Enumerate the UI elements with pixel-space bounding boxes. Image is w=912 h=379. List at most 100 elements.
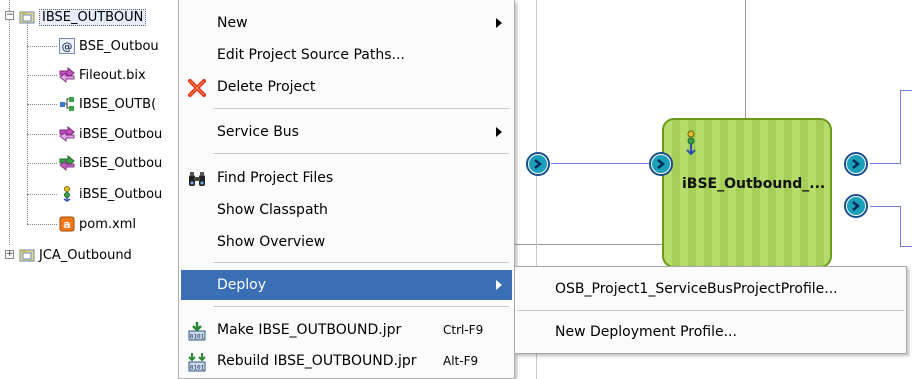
rebuild-icon: 0101: [187, 352, 207, 372]
tree-item-label: Fileout.bix: [79, 67, 146, 83]
tree-guide-line: [9, 0, 10, 245]
submenu-arrow-icon: [496, 18, 502, 28]
menu-item-delete-project[interactable]: Delete Project: [181, 72, 512, 102]
connection-wire[interactable]: [551, 163, 651, 164]
tree-item-ibse-outb-pipeline[interactable]: IBSE_OUTB(: [59, 93, 156, 115]
connection-wire[interactable]: [900, 206, 901, 246]
menu-item-rebuild-project[interactable]: 0101 Rebuild IBSE_OUTBOUND.jpr Alt-F9: [181, 346, 512, 376]
binoculars-icon: [187, 169, 207, 189]
delete-x-icon: [187, 78, 207, 98]
pipeline-icon: [59, 96, 75, 112]
tree-guide-line: [27, 75, 57, 76]
component-output-port-2[interactable]: [844, 194, 868, 218]
adapter-icon: [684, 130, 698, 160]
menu-item-shortcut: Alt-F9: [443, 354, 479, 368]
adapter-icon: [59, 186, 75, 202]
menu-item-deploy[interactable]: Deploy: [181, 270, 512, 300]
menu-item-show-classpath[interactable]: Show Classpath: [181, 195, 512, 225]
tree-item-label: pom.xml: [79, 216, 136, 232]
tree-item-label: iBSE_Outbou: [79, 155, 163, 171]
connection-wire[interactable]: [900, 90, 901, 164]
business-service-icon: [59, 126, 75, 142]
project-folder-icon: [19, 9, 35, 25]
connection-wire[interactable]: [900, 246, 912, 247]
proxy-service-icon: [59, 155, 75, 171]
tree-item-bse-outbound[interactable]: @ BSE_Outbou: [59, 35, 159, 57]
proxy-output-port[interactable]: [526, 152, 550, 176]
menu-item-label: Show Classpath: [217, 202, 328, 218]
connection-wire[interactable]: [870, 163, 900, 164]
submenu-item-label: OSB_Project1_ServiceBusProjectProfile...: [555, 281, 838, 297]
submenu-arrow-icon: [496, 127, 502, 137]
submenu-item-osb-project-profile[interactable]: OSB_Project1_ServiceBusProjectProfile...: [517, 271, 904, 307]
make-icon: 0101: [187, 321, 207, 341]
menu-item-shortcut: Ctrl-F9: [443, 323, 484, 337]
submenu-arrow-icon: [496, 280, 502, 290]
menu-item-make-project[interactable]: 0101 Make IBSE_OUTBOUND.jpr Ctrl-F9: [181, 315, 512, 345]
tree-item-label: IBSE_OUTB(: [79, 96, 157, 112]
project-tree: − IBSE_OUTBOUN @ BSE_Outbou Fileout.bix …: [0, 0, 200, 379]
svg-text:0101: 0101: [190, 365, 205, 372]
menu-item-service-bus[interactable]: Service Bus: [181, 117, 512, 147]
tree-collapse-toggle[interactable]: −: [5, 11, 14, 20]
tree-item-fileout-bix[interactable]: Fileout.bix: [59, 64, 146, 86]
tree-item-ibse-outbound-project[interactable]: IBSE_OUTBOUN: [19, 6, 147, 28]
chevron-right-icon: [652, 155, 670, 173]
deploy-submenu: OSB_Project1_ServiceBusProjectProfile...…: [514, 266, 907, 354]
connection-wire[interactable]: [900, 90, 912, 91]
pipeline-component[interactable]: iBSE_Outbound_...: [662, 118, 832, 268]
svg-text:a: a: [63, 218, 70, 231]
tree-item-pom-xml[interactable]: a pom.xml: [59, 213, 136, 235]
menu-item-label: Service Bus: [217, 124, 299, 140]
menu-item-label: Edit Project Source Paths...: [217, 47, 405, 63]
tree-item-label: JCA_Outbound: [39, 247, 132, 263]
menu-item-label: Show Overview: [217, 234, 326, 250]
component-title: iBSE_Outbound_...: [682, 176, 826, 192]
submenu-item-label: New Deployment Profile...: [555, 324, 737, 340]
menu-item-label: Delete Project: [217, 79, 316, 95]
menu-item-new[interactable]: New: [181, 8, 512, 38]
context-menu: New Edit Project Source Paths... Delete …: [178, 0, 515, 379]
menu-item-label: Find Project Files: [217, 170, 334, 186]
tree-item-ibse-outbound-1[interactable]: iBSE_Outbou: [59, 123, 162, 145]
menu-item-show-overview[interactable]: Show Overview: [181, 227, 512, 257]
menu-item-label: Rebuild IBSE_OUTBOUND.jpr: [217, 353, 417, 369]
menu-separator: [213, 108, 509, 109]
chevron-right-icon: [847, 197, 865, 215]
tree-guide-line: [27, 163, 57, 164]
tree-guide-line: [27, 104, 57, 105]
tree-guide-line: [27, 224, 57, 225]
chevron-right-icon: [847, 155, 865, 173]
tree-guide-line: [27, 46, 57, 47]
tree-item-jca-outbound-project[interactable]: JCA_Outbound: [19, 244, 132, 266]
business-service-icon: [59, 67, 75, 83]
tree-item-label: iBSE_Outbou: [79, 126, 163, 142]
tree-item-ibse-outbound-3[interactable]: iBSE_Outbou: [59, 183, 162, 205]
tree-guide-line: [27, 194, 57, 195]
project-folder-icon: [19, 247, 35, 263]
menu-item-label: Make IBSE_OUTBOUND.jpr: [217, 322, 402, 338]
tree-guide-line: [27, 134, 57, 135]
tree-item-ibse-outbound-2[interactable]: iBSE_Outbou: [59, 152, 162, 174]
menu-item-label: Deploy: [217, 277, 267, 293]
tree-item-label: iBSE_Outbou: [79, 186, 163, 202]
component-output-port-1[interactable]: [844, 152, 868, 176]
menu-separator: [213, 262, 509, 263]
tree-expand-toggle[interactable]: +: [5, 250, 14, 259]
menu-separator: [213, 306, 509, 307]
chevron-right-icon: [529, 155, 547, 173]
menu-item-find-project-files[interactable]: Find Project Files: [181, 163, 512, 193]
menu-item-edit-project-source-paths[interactable]: Edit Project Source Paths...: [181, 40, 512, 70]
svg-text:@: @: [62, 40, 73, 53]
submenu-item-new-deployment-profile[interactable]: New Deployment Profile...: [517, 314, 904, 350]
at-sign-icon: @: [59, 38, 75, 54]
connection-wire[interactable]: [870, 206, 900, 207]
tree-item-label: BSE_Outbou: [79, 38, 159, 54]
svg-text:0101: 0101: [190, 334, 205, 341]
menu-item-label: New: [217, 15, 248, 31]
tree-item-label: IBSE_OUTBOUN: [39, 8, 147, 26]
component-input-port[interactable]: [649, 152, 673, 176]
maven-file-icon: a: [59, 216, 75, 232]
menu-separator: [213, 153, 509, 154]
menu-separator: [517, 310, 904, 311]
